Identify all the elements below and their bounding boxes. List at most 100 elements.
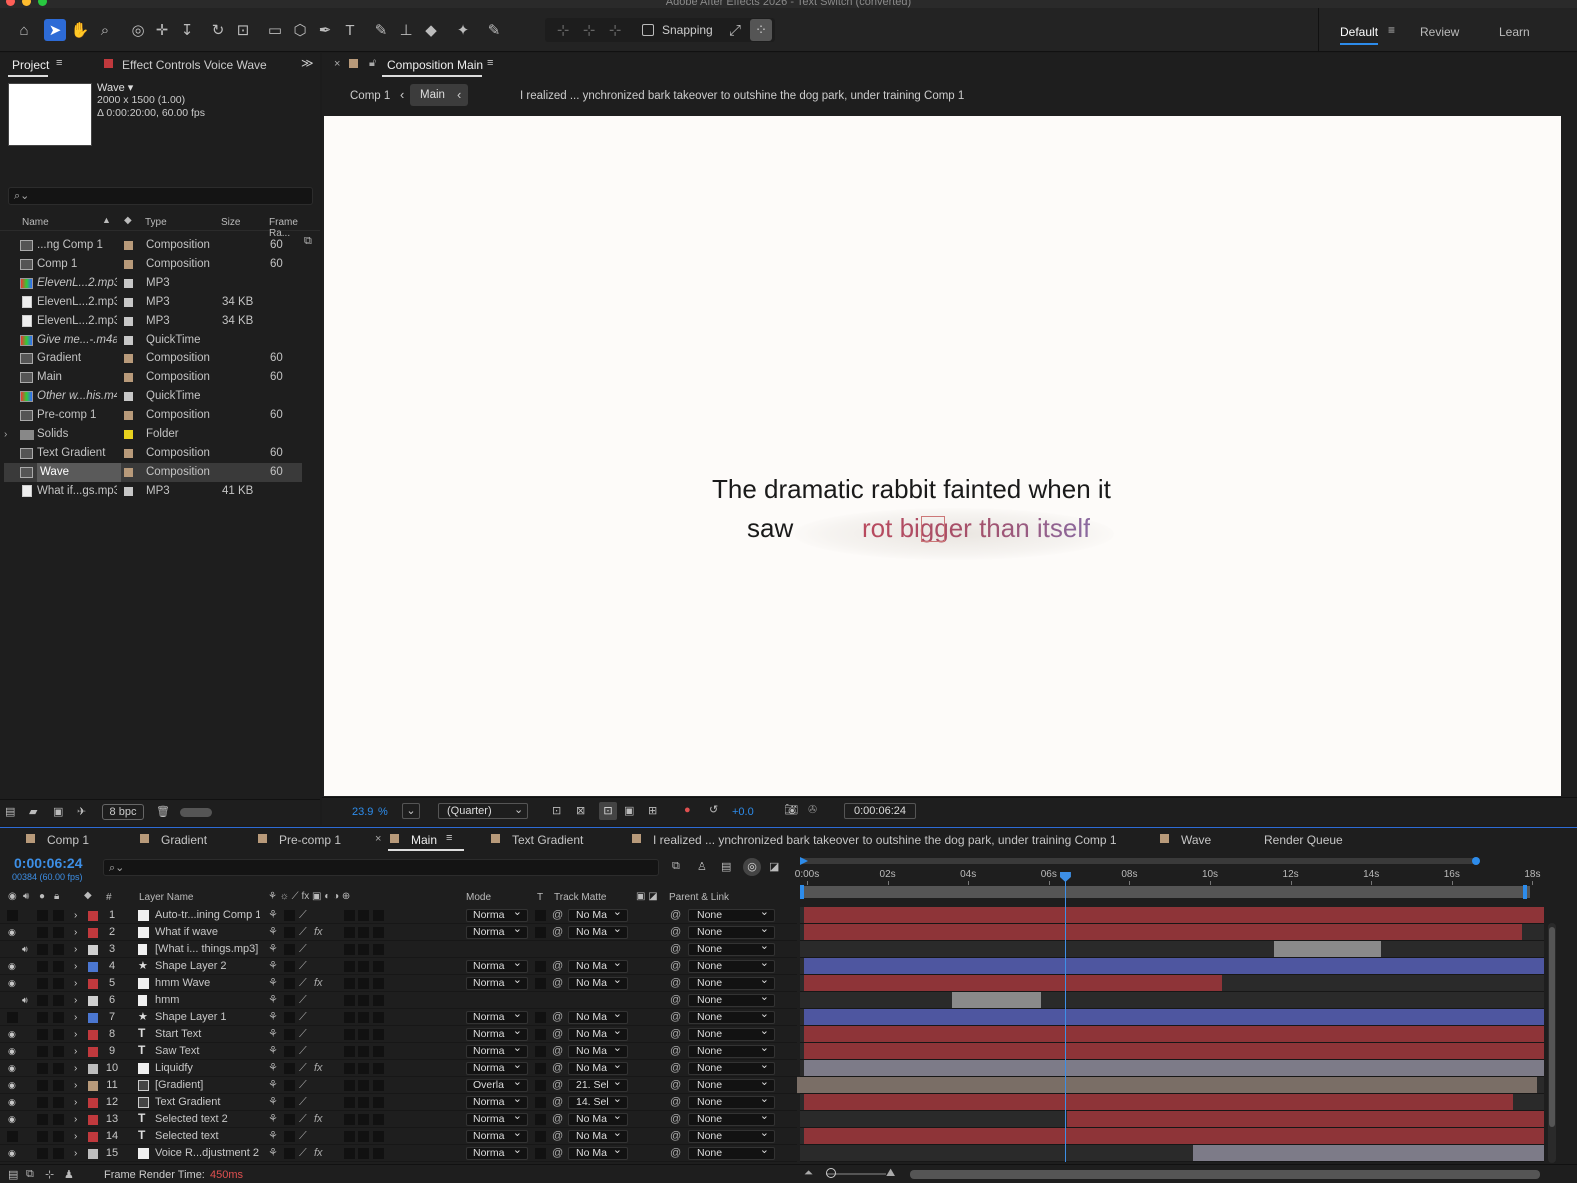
audio-speaker-icon[interactable]: 🔊︎ (22, 996, 31, 1005)
zoom-in-icon[interactable]: ⛰ (886, 1167, 895, 1180)
fx-switch-icon[interactable]: fx (314, 1111, 323, 1128)
frame-blend-switch[interactable] (344, 1131, 355, 1142)
workspace-menu-icon[interactable]: ≡ (1388, 23, 1395, 37)
layer-row[interactable]: ◉ › 11 [Gradient] ⚘ ⟋ Overla @21. Sel @ None (0, 1077, 797, 1094)
flowchart-icon[interactable]: ⧉ (304, 235, 312, 248)
lock-toggle[interactable] (53, 944, 64, 955)
frame-blend-switch[interactable] (344, 978, 355, 989)
project-item[interactable]: Main Composition 60 (4, 368, 302, 387)
layer-label-color[interactable] (88, 1081, 98, 1091)
motion-blur-icon[interactable]: ◎ (743, 858, 761, 876)
lock-toggle[interactable] (53, 927, 64, 938)
label-color-swatch[interactable] (124, 241, 133, 250)
selected-item-name[interactable]: Wave ▾ (97, 81, 133, 94)
visibility-eye-icon[interactable]: ◉ (8, 1030, 17, 1039)
lock-toggle[interactable] (53, 1080, 64, 1091)
eraser-tool-icon[interactable]: ◆ (420, 19, 442, 41)
preserve-transparency-toggle[interactable] (535, 1080, 546, 1091)
graph-editor-icon[interactable]: ◪ (769, 860, 779, 873)
lock-toggle[interactable] (53, 961, 64, 972)
parent-dropdown[interactable]: None (688, 1026, 775, 1041)
quality-switch-icon[interactable]: ⟋ (299, 941, 307, 958)
matte-pickwhip-icon[interactable]: @ (552, 1111, 563, 1128)
column-track-matte[interactable]: Track Matte (554, 892, 606, 903)
track-matte-dropdown[interactable]: No Ma (568, 1060, 628, 1075)
pen-tool-icon[interactable]: ✒ (314, 19, 336, 41)
layer-label-color[interactable] (88, 1149, 98, 1159)
lock-toggle[interactable] (53, 995, 64, 1006)
parent-pickwhip-icon[interactable]: @ (670, 1043, 681, 1060)
track-matte-dropdown[interactable]: No Ma (568, 958, 628, 973)
label-color-swatch[interactable] (124, 335, 133, 345)
shy-switch-icon[interactable]: ⚘ (268, 1094, 278, 1111)
disclosure-triangle-icon[interactable]: › (4, 425, 7, 444)
anchor-point-tool-icon[interactable]: ⊡ (232, 19, 254, 41)
project-item[interactable]: ElevenL...2.mp3 MP3 (4, 274, 302, 293)
column-name[interactable]: Name (22, 217, 49, 228)
expand-layer-chevron-icon[interactable]: › (74, 1145, 77, 1162)
collapse-switch[interactable] (284, 1046, 295, 1057)
brush-tool-icon[interactable]: ✎ (370, 19, 392, 41)
solo-toggle[interactable] (37, 995, 48, 1006)
motion-blur-switch[interactable] (358, 1063, 369, 1074)
workspace-learn[interactable]: Learn (1499, 25, 1530, 39)
home-icon[interactable]: ⌂ (13, 19, 35, 41)
frame-blend-switch[interactable] (344, 995, 355, 1006)
shy-switch-icon[interactable]: ⚘ (268, 1145, 278, 1162)
matte-pickwhip-icon[interactable]: @ (552, 1043, 563, 1060)
layer-label-color[interactable] (88, 1132, 98, 1142)
preserve-transparency-toggle[interactable] (535, 1063, 546, 1074)
parent-pickwhip-icon[interactable]: @ (670, 1128, 681, 1145)
visibility-eye-icon[interactable]: ◉ (8, 1081, 17, 1090)
motion-blur-switch[interactable] (358, 1046, 369, 1057)
label-color-swatch[interactable] (124, 373, 133, 383)
expand-layer-chevron-icon[interactable]: › (74, 958, 77, 975)
layer-duration-bar[interactable] (1066, 1111, 1544, 1127)
shy-switch-icon[interactable]: ⚘ (268, 1009, 278, 1026)
rotate-tool-icon[interactable]: ↻ (207, 19, 229, 41)
shy-switch-icon[interactable]: ⚘ (268, 1111, 278, 1128)
dolly-camera-icon[interactable]: ↧ (176, 19, 198, 41)
lock-toggle[interactable] (53, 1097, 64, 1108)
layer-name[interactable]: hmm (155, 992, 260, 1009)
visibility-toggle[interactable] (7, 1131, 18, 1142)
preserve-transparency-toggle[interactable] (535, 1114, 546, 1125)
solo-toggle[interactable] (37, 1080, 48, 1091)
layer-name[interactable]: Saw Text (155, 1043, 260, 1060)
parent-dropdown[interactable]: None (688, 1128, 775, 1143)
collapse-switch[interactable] (284, 1063, 295, 1074)
visibility-eye-icon[interactable]: ◉ (8, 928, 17, 937)
timeline-vertical-scrollbar[interactable] (1548, 923, 1556, 1163)
quality-switch-icon[interactable]: ⟋ (299, 1128, 307, 1145)
project-menu-icon[interactable]: ≡ (56, 57, 62, 69)
parent-pickwhip-icon[interactable]: @ (670, 1077, 681, 1094)
parent-dropdown[interactable]: None (688, 941, 775, 956)
layer-duration-bar[interactable] (804, 1060, 1544, 1076)
track-matte-dropdown[interactable]: No Ma (568, 1145, 628, 1160)
collapse-switch[interactable] (284, 1029, 295, 1040)
expand-layer-chevron-icon[interactable]: › (74, 907, 77, 924)
viewer-timecode[interactable]: 0:00:06:24 (844, 803, 916, 819)
blend-mode-dropdown[interactable]: Norma (466, 975, 528, 990)
preserve-transparency-toggle[interactable] (535, 1097, 546, 1108)
parent-pickwhip-icon[interactable]: @ (670, 941, 681, 958)
layer-label-color[interactable] (88, 1098, 98, 1108)
layer-row[interactable]: 🔊︎ › 3 [What i... things.mp3] ⚘ ⟋ @ None (0, 941, 797, 958)
layer-duration-bar[interactable] (804, 1043, 1544, 1059)
lock-toggle[interactable] (53, 1046, 64, 1057)
layer-label-color[interactable] (88, 1047, 98, 1057)
matte-pickwhip-icon[interactable]: @ (552, 958, 563, 975)
label-color-swatch[interactable] (124, 467, 133, 477)
world-axis-icon[interactable]: ⊹ (578, 19, 600, 41)
new-composition-icon[interactable]: ▣ (53, 805, 63, 818)
blend-mode-dropdown[interactable]: Norma (466, 907, 528, 922)
snapshot-icon[interactable]: 📷︎ (784, 803, 798, 816)
parent-dropdown[interactable]: None (688, 975, 775, 990)
parent-pickwhip-icon[interactable]: @ (670, 958, 681, 975)
collapse-switch[interactable] (284, 910, 295, 921)
project-item[interactable]: Comp 1 Composition 60 (4, 255, 302, 274)
pan-camera-icon[interactable]: ✛ (151, 19, 173, 41)
quality-switch-icon[interactable]: ⟋ (299, 958, 307, 975)
lock-toggle[interactable] (53, 1131, 64, 1142)
label-color-swatch[interactable] (124, 354, 133, 364)
